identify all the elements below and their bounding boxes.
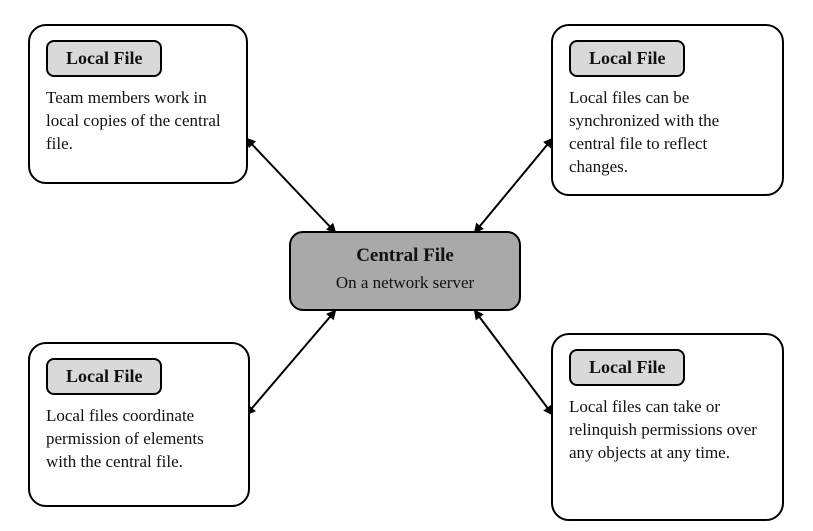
arrow-tl [247, 139, 335, 232]
local-file-badge: Local File [569, 349, 685, 386]
local-file-node-tl: Local File Team members work in local co… [28, 24, 248, 184]
arrow-bl [247, 311, 335, 414]
local-file-desc: Local files can take or relinquish permi… [569, 396, 766, 465]
central-file-subtitle: On a network server [319, 273, 491, 293]
local-file-badge: Local File [46, 40, 162, 77]
local-file-node-br: Local File Local files can take or relin… [551, 333, 784, 521]
arrow-br [475, 311, 552, 414]
local-file-desc: Local files can be synchronized with the… [569, 87, 766, 179]
central-file-title: Central File [319, 245, 491, 267]
local-file-node-bl: Local File Local files coordinate permis… [28, 342, 250, 507]
local-file-badge: Local File [569, 40, 685, 77]
local-file-desc: Local files coordinate permission of ele… [46, 405, 232, 474]
local-file-desc: Team members work in local copies of the… [46, 87, 230, 156]
central-file-node: Central File On a network server [289, 231, 521, 311]
local-file-node-tr: Local File Local files can be synchroniz… [551, 24, 784, 196]
local-file-badge: Local File [46, 358, 162, 395]
arrow-tr [475, 139, 552, 232]
